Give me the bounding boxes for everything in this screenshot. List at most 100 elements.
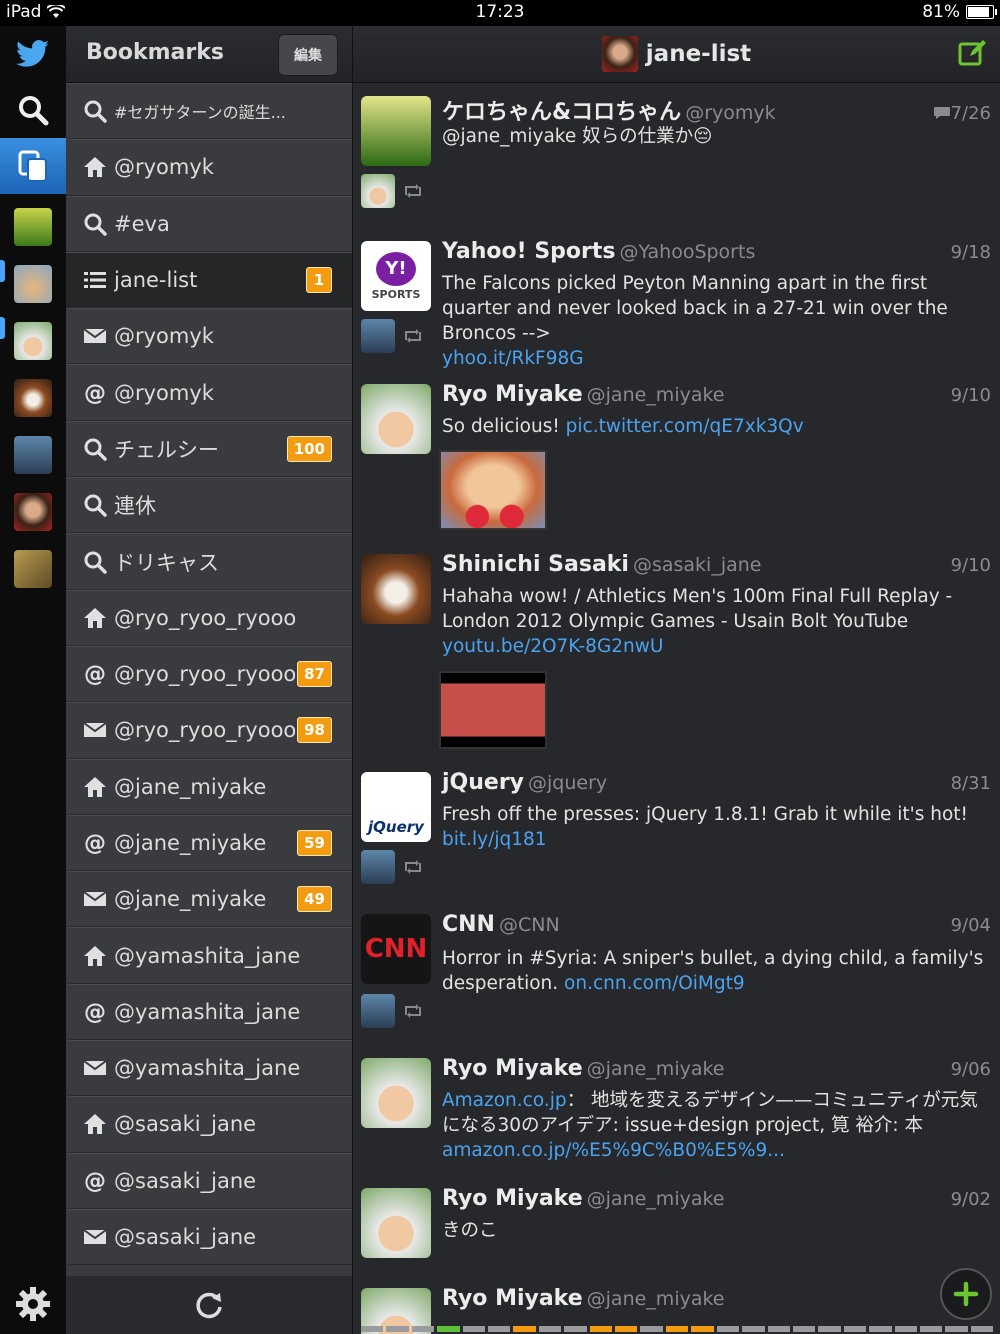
bookmark-item[interactable]: @jane_miyake 49 xyxy=(66,871,352,928)
compose-icon[interactable] xyxy=(958,38,988,70)
unread-badge: 100 xyxy=(286,435,332,462)
tweet-text: Amazon.co.jp： 地域を変えるデザイン——コミュニティが元気になる30… xyxy=(442,1090,978,1161)
tweet-link[interactable]: on.cnn.com/OiMgt9 xyxy=(564,973,745,994)
twitter-bird-icon[interactable] xyxy=(0,26,66,82)
at-icon: @ xyxy=(82,380,108,406)
reply-bubble-icon xyxy=(933,107,950,119)
bookmarks-icon[interactable] xyxy=(0,138,66,194)
avatar-dog[interactable] xyxy=(14,379,52,417)
tweet-link[interactable]: bit.ly/jq181 xyxy=(442,829,547,850)
tweet-author[interactable]: Shinichi Sasaki xyxy=(442,552,629,577)
avatar-cnn[interactable]: CNN xyxy=(361,914,431,984)
bookmark-label: @sasaki_jane xyxy=(114,1168,257,1193)
yahoo-logo-sub: SPORTS xyxy=(371,287,421,301)
avatar-robot[interactable] xyxy=(14,436,52,474)
tweet-date: 9/02 xyxy=(950,1189,991,1210)
bookmark-item[interactable]: @yamashita_jane xyxy=(66,1040,352,1097)
bookmark-label: 連休 xyxy=(114,494,156,519)
unread-badge: 1 xyxy=(306,267,332,294)
search-icon[interactable] xyxy=(0,82,66,138)
bookmark-item[interactable]: @ @ryo_ryoo_ryooo 87 xyxy=(66,645,352,703)
avatar-man[interactable] xyxy=(14,493,52,531)
cnn-logo: CNN xyxy=(364,934,428,964)
bookmark-item[interactable]: @ryomyk xyxy=(66,139,352,196)
bookmark-item[interactable]: @ryomyk xyxy=(66,308,352,365)
bookmark-item[interactable]: チェルシー 100 xyxy=(66,420,352,478)
timeline-header: jane-list xyxy=(353,26,1000,83)
bookmark-item[interactable]: @ @yamashita_jane xyxy=(66,983,352,1041)
yahoo-logo: Y! xyxy=(376,251,416,286)
tweet-author[interactable]: Ryo Miyake xyxy=(442,1186,583,1211)
tweet-link[interactable]: pic.twitter.com/qE7xk3Qv xyxy=(566,416,804,437)
search-icon xyxy=(82,211,108,237)
retweeter-avatar[interactable] xyxy=(361,994,395,1028)
bookmark-item[interactable]: 連休 xyxy=(66,477,352,534)
retweeter-avatar[interactable] xyxy=(361,850,395,884)
avatar-cat[interactable] xyxy=(14,265,52,303)
avatar-hat-man[interactable] xyxy=(361,1058,431,1128)
at-icon: @ xyxy=(82,661,108,687)
home-icon xyxy=(82,1111,108,1137)
retweeter-avatar[interactable] xyxy=(361,174,395,208)
unread-indicator xyxy=(0,260,5,282)
search-icon xyxy=(82,98,108,124)
bookmark-item[interactable]: #eva xyxy=(66,195,352,252)
tweet-author[interactable]: ケロちゃん&コロちゃん xyxy=(442,94,681,126)
bookmark-item[interactable]: @yamashita_jane xyxy=(66,927,352,984)
bookmarks-header: Bookmarks 編集 xyxy=(66,26,352,83)
tweet-link[interactable]: yhoo.it/RkF98G xyxy=(442,348,584,369)
retweet-icon xyxy=(405,1004,421,1018)
retweeter-avatar[interactable] xyxy=(361,319,395,353)
tweet-author[interactable]: Yahoo! Sports xyxy=(442,239,616,264)
tweet-link[interactable]: youtu.be/2O7K-8G2nwU xyxy=(442,636,663,657)
bookmark-item[interactable]: @sasaki_jane xyxy=(66,1208,352,1266)
photo-thumbnail[interactable] xyxy=(439,450,547,530)
bookmark-item[interactable]: @jane_miyake xyxy=(66,758,352,815)
tweet-text: きのこ xyxy=(442,1220,498,1241)
avatar-jquery[interactable]: jQuery xyxy=(361,772,431,842)
bookmark-item[interactable]: @ @jane_miyake 59 xyxy=(66,814,352,872)
tweet-link[interactable]: Amazon.co.jp xyxy=(442,1090,567,1111)
unread-indicator xyxy=(0,317,5,339)
unread-badge: 87 xyxy=(297,661,332,688)
avatar-hat-man[interactable] xyxy=(361,384,431,454)
bookmark-item[interactable]: jane-list 1 xyxy=(66,251,352,309)
status-bar: iPad 17:23 81% xyxy=(0,0,1000,26)
video-thumbnail[interactable] xyxy=(439,671,547,749)
bookmarks-title: Bookmarks xyxy=(86,40,224,65)
tweet-author[interactable]: Ryo Miyake xyxy=(442,1056,583,1081)
bookmark-item[interactable]: @ryo_ryoo_ryooo xyxy=(66,589,352,646)
svg-text:@: @ xyxy=(84,1000,106,1024)
bookmark-item[interactable]: @ @ryomyk xyxy=(66,364,352,421)
avatar-dog[interactable] xyxy=(361,554,431,624)
avatar-frog[interactable] xyxy=(14,208,52,246)
bookmark-label: @jane_miyake xyxy=(114,887,267,912)
tweet-handle: @ryomyk xyxy=(685,102,776,124)
avatar-yahoo-sports[interactable]: Y! SPORTS xyxy=(361,241,431,311)
refresh-icon[interactable] xyxy=(194,1290,224,1320)
add-button[interactable] xyxy=(940,1268,992,1320)
bookmark-label: @ryomyk xyxy=(114,155,214,180)
tweet-author[interactable]: Ryo Miyake xyxy=(442,382,583,407)
bookmark-label: ドリキャス xyxy=(114,550,219,575)
bookmark-item[interactable]: ドリキャス xyxy=(66,533,352,590)
bookmark-item[interactable]: @ @sasaki_jane xyxy=(66,1152,352,1209)
bookmark-item[interactable]: @ryo_ryoo_ryooo 98 xyxy=(66,702,352,759)
tweet-author[interactable]: jQuery xyxy=(442,770,524,795)
tweet-author[interactable]: CNN xyxy=(442,912,495,937)
home-icon xyxy=(82,154,108,180)
bookmark-label: @ryomyk xyxy=(114,324,214,349)
tweet-author[interactable]: Ryo Miyake xyxy=(442,1286,583,1311)
unread-badge: 59 xyxy=(297,830,332,856)
settings-gear-icon[interactable] xyxy=(0,1276,66,1332)
avatar-hat-man[interactable] xyxy=(14,322,52,360)
bookmark-label: @ryo_ryoo_ryooo xyxy=(114,718,297,743)
bookmark-item[interactable]: #セガサターンの誕生... xyxy=(66,83,352,140)
bookmark-item[interactable]: @sasaki_jane xyxy=(66,1096,352,1153)
tweet-link[interactable]: amazon.co.jp/%E5%9C%B0%E5%9... xyxy=(442,1140,785,1161)
avatar-animal[interactable] xyxy=(14,550,52,588)
search-icon xyxy=(82,492,108,518)
avatar-frog[interactable] xyxy=(361,96,431,166)
edit-button[interactable]: 編集 xyxy=(278,34,338,76)
avatar-hat-man[interactable] xyxy=(361,1188,431,1258)
